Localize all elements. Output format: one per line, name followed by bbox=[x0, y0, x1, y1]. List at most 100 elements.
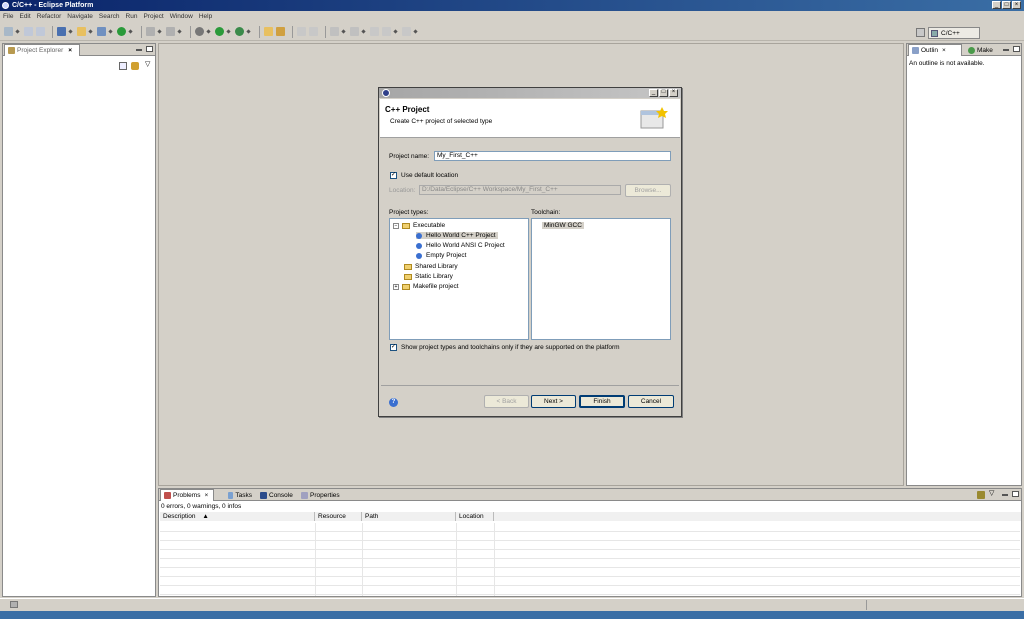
link-with-editor-icon[interactable] bbox=[131, 62, 139, 70]
menu-help[interactable]: Help bbox=[199, 13, 212, 20]
minimize-icon[interactable]: _ bbox=[992, 1, 1001, 9]
run-icon[interactable] bbox=[215, 27, 224, 36]
dialog-close-icon[interactable]: × bbox=[669, 89, 678, 97]
toolchain-item-mingw[interactable]: MinGW GCC bbox=[542, 222, 584, 229]
build-dropdown-icon[interactable] bbox=[68, 29, 73, 34]
maximize-icon[interactable]: □ bbox=[1002, 1, 1011, 9]
open-perspective-icon[interactable] bbox=[916, 28, 925, 37]
minimize-view-icon[interactable] bbox=[1003, 49, 1009, 51]
browse-button[interactable]: Browse... bbox=[625, 184, 671, 197]
forward-icon[interactable] bbox=[402, 27, 411, 36]
perspective-cpp[interactable]: C/C++ bbox=[928, 27, 980, 39]
prev-annotation-dropdown-icon[interactable] bbox=[361, 29, 366, 34]
build-icon[interactable] bbox=[57, 27, 66, 36]
external-tools-icon[interactable] bbox=[235, 27, 244, 36]
new-class-icon[interactable] bbox=[97, 27, 106, 36]
search-icon[interactable] bbox=[146, 27, 155, 36]
open-type-icon[interactable] bbox=[77, 27, 86, 36]
maximize-view-icon[interactable] bbox=[1012, 491, 1019, 497]
tree-item-hello-world-cpp[interactable]: Hello World C++ Project bbox=[416, 232, 498, 239]
next-button[interactable]: Next > bbox=[531, 395, 576, 408]
fast-view-icon[interactable] bbox=[10, 601, 18, 608]
tree-item-hello-world-c[interactable]: Hello World ANSI C Project bbox=[416, 242, 505, 249]
column-description[interactable]: Description ▲ bbox=[160, 512, 315, 521]
dialog-minimize-icon[interactable]: _ bbox=[649, 89, 658, 97]
maximize-view-icon[interactable] bbox=[146, 46, 153, 52]
menu-project[interactable]: Project bbox=[143, 13, 163, 20]
print-icon[interactable] bbox=[36, 27, 45, 36]
tree-item-empty-project[interactable]: Empty Project bbox=[416, 252, 466, 259]
new-dropdown-icon[interactable] bbox=[15, 29, 20, 34]
column-location[interactable]: Location bbox=[456, 512, 494, 521]
new-icon[interactable] bbox=[4, 27, 13, 36]
prev-annotation-icon[interactable] bbox=[350, 27, 359, 36]
toggle-mark-icon[interactable] bbox=[297, 27, 306, 36]
close-icon[interactable]: × bbox=[1012, 1, 1021, 9]
project-types-tree[interactable]: − Executable Hello World C++ Project Hel… bbox=[389, 218, 529, 340]
filter-icon[interactable] bbox=[977, 491, 985, 499]
new-class-dropdown-icon[interactable] bbox=[108, 29, 113, 34]
back-icon[interactable] bbox=[382, 27, 391, 36]
refresh-dropdown-icon[interactable] bbox=[177, 29, 182, 34]
back-button[interactable]: < Back bbox=[484, 395, 529, 408]
menu-window[interactable]: Window bbox=[170, 13, 193, 20]
menu-edit[interactable]: Edit bbox=[19, 13, 30, 20]
maximize-view-icon[interactable] bbox=[1013, 46, 1020, 52]
new-source-dropdown-icon[interactable] bbox=[128, 29, 133, 34]
tab-properties[interactable]: Properties bbox=[298, 489, 344, 501]
show-supported-checkbox[interactable]: ✓ bbox=[390, 344, 397, 351]
debug-icon[interactable] bbox=[195, 27, 204, 36]
external-tools-dropdown-icon[interactable] bbox=[246, 29, 251, 34]
view-menu-icon[interactable]: ▽ bbox=[989, 489, 994, 497]
forward-dropdown-icon[interactable] bbox=[413, 29, 418, 34]
menu-navigate[interactable]: Navigate bbox=[67, 13, 93, 20]
menu-refactor[interactable]: Refactor bbox=[37, 13, 62, 20]
toggle-comment-icon[interactable] bbox=[309, 27, 318, 36]
location-input[interactable]: D:/Data/Eclipse/C++ Workspace/My_First_C… bbox=[419, 185, 621, 195]
tree-item-executable[interactable]: − Executable bbox=[393, 222, 445, 229]
close-tab-icon[interactable]: × bbox=[942, 47, 946, 54]
search-dropdown-icon[interactable] bbox=[157, 29, 162, 34]
next-annotation-icon[interactable] bbox=[330, 27, 339, 36]
menu-run[interactable]: Run bbox=[126, 13, 138, 20]
save-icon[interactable] bbox=[24, 27, 33, 36]
tree-item-static-library[interactable]: Static Library bbox=[404, 273, 453, 280]
brush-icon[interactable] bbox=[276, 27, 285, 36]
expand-icon[interactable]: + bbox=[393, 283, 399, 290]
open-folder-icon[interactable] bbox=[264, 27, 273, 36]
column-resource[interactable]: Resource bbox=[315, 512, 362, 521]
next-annotation-dropdown-icon[interactable] bbox=[341, 29, 346, 34]
last-edit-icon[interactable] bbox=[370, 27, 379, 36]
new-source-icon[interactable] bbox=[117, 27, 126, 36]
use-default-location-checkbox[interactable]: ✓ bbox=[390, 172, 397, 179]
close-tab-icon[interactable]: × bbox=[68, 47, 72, 54]
minimize-view-icon[interactable] bbox=[136, 49, 142, 51]
run-dropdown-icon[interactable] bbox=[226, 29, 231, 34]
collapse-all-icon[interactable] bbox=[119, 62, 127, 70]
column-path[interactable]: Path bbox=[362, 512, 456, 521]
tab-console[interactable]: Console bbox=[257, 489, 297, 501]
collapse-icon[interactable]: − bbox=[393, 222, 399, 229]
help-icon[interactable]: ? bbox=[389, 398, 398, 407]
tree-item-makefile-project[interactable]: + Makefile project bbox=[393, 283, 459, 290]
tab-problems[interactable]: Problems × bbox=[160, 489, 214, 501]
back-dropdown-icon[interactable] bbox=[393, 29, 398, 34]
dialog-maximize-icon[interactable]: □ bbox=[659, 89, 668, 97]
view-menu-icon[interactable]: ▽ bbox=[145, 60, 150, 68]
finish-button[interactable]: Finish bbox=[579, 395, 625, 408]
tab-project-explorer[interactable]: Project Explorer × bbox=[4, 44, 80, 56]
menu-search[interactable]: Search bbox=[99, 13, 120, 20]
debug-dropdown-icon[interactable] bbox=[206, 29, 211, 34]
refresh-icon[interactable] bbox=[166, 27, 175, 36]
open-type-dropdown-icon[interactable] bbox=[88, 29, 93, 34]
cancel-button[interactable]: Cancel bbox=[628, 395, 674, 408]
toolchain-list[interactable]: MinGW GCC bbox=[531, 218, 671, 340]
tab-tasks[interactable]: Tasks bbox=[225, 489, 255, 501]
close-tab-icon[interactable]: × bbox=[204, 492, 208, 499]
menu-file[interactable]: File bbox=[3, 13, 13, 20]
minimize-view-icon[interactable] bbox=[1002, 494, 1008, 496]
project-name-input[interactable]: My_First_C++ bbox=[434, 151, 671, 161]
tab-make[interactable]: Make bbox=[965, 44, 999, 56]
tab-outline[interactable]: Outlin × bbox=[908, 44, 962, 56]
tree-item-shared-library[interactable]: Shared Library bbox=[404, 263, 458, 270]
